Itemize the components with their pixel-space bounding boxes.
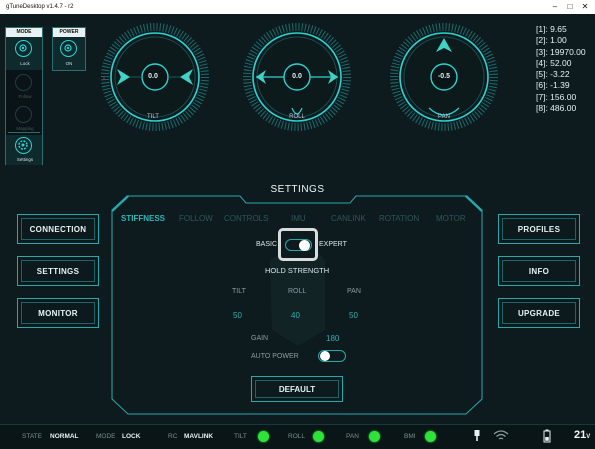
info-button[interactable]: INFO — [498, 256, 580, 286]
bmi-status-led — [425, 431, 436, 442]
bmi-status-label: BMI — [404, 433, 416, 440]
default-button[interactable]: DEFAULT — [251, 376, 343, 402]
tab-imu[interactable]: IMU — [291, 214, 306, 223]
gain-label: GAIN — [251, 335, 269, 342]
tilt-status-label: TILT — [234, 433, 247, 440]
wifi-icon — [493, 430, 509, 440]
pan-axis-label: PAN — [347, 288, 361, 295]
gain-value[interactable]: 180 — [326, 334, 339, 343]
rc-key: RC — [168, 433, 178, 440]
auto-power-label: AUTO POWER — [251, 353, 299, 360]
pan-status-label: PAN — [346, 433, 359, 440]
settings-button[interactable]: SETTINGS — [17, 256, 99, 286]
state-key: STATE — [22, 433, 42, 440]
auto-power-toggle[interactable] — [318, 350, 346, 362]
mode-value: LOCK — [122, 433, 141, 440]
upgrade-button[interactable]: UPGRADE — [498, 298, 580, 328]
hold-strength-heading: HOLD STRENGTH — [265, 266, 330, 275]
voltage-readout: 21V — [574, 429, 590, 441]
roll-axis-label: ROLL — [288, 288, 307, 295]
tab-stiffness[interactable]: STIFFNESS — [121, 214, 165, 223]
voltage-unit: V — [586, 434, 591, 440]
roll-status-label: ROLL — [288, 433, 305, 440]
toggle-knob — [299, 240, 310, 251]
connection-button[interactable]: CONNECTION — [17, 214, 99, 244]
auto-power-knob — [320, 351, 330, 361]
voltage-value: 21 — [574, 429, 587, 441]
mode-key: MODE — [96, 433, 116, 440]
usb-icon — [474, 430, 480, 441]
tilt-axis-label: TILT — [232, 288, 246, 295]
settings-title: SETTINGS — [270, 184, 325, 195]
battery-icon — [543, 429, 551, 443]
tab-canlink[interactable]: CANLINK — [331, 214, 366, 223]
basic-label: BASIC — [256, 241, 278, 248]
expert-label: EXPERT — [319, 241, 347, 248]
rc-value: MAVLINK — [184, 433, 214, 440]
monitor-button[interactable]: MONITOR — [17, 298, 99, 328]
profiles-button[interactable]: PROFILES — [498, 214, 580, 244]
tab-motor[interactable]: MOTOR — [436, 214, 466, 223]
tab-rotation[interactable]: ROTATION — [379, 214, 419, 223]
basic-expert-toggle[interactable] — [278, 228, 318, 261]
state-value: NORMAL — [50, 433, 79, 440]
tab-controls[interactable]: CONTROLS — [224, 214, 268, 223]
tab-follow[interactable]: FOLLOW — [179, 214, 213, 223]
pan-strength-value[interactable]: 50 — [349, 311, 358, 320]
roll-status-led — [313, 431, 324, 442]
tilt-strength-value[interactable]: 50 — [233, 311, 242, 320]
pan-status-led — [369, 431, 380, 442]
roll-strength-value[interactable]: 40 — [291, 311, 300, 320]
tilt-status-led — [258, 431, 269, 442]
